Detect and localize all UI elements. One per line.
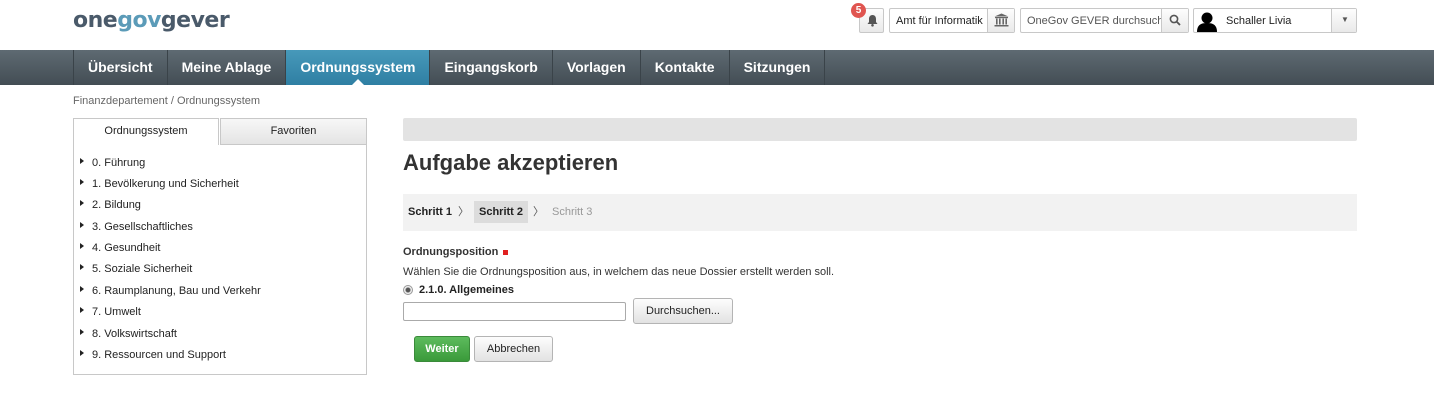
expand-arrow-icon[interactable] (80, 243, 84, 249)
expand-arrow-icon[interactable] (80, 179, 84, 185)
browse-button[interactable]: Durchsuchen... (633, 298, 733, 324)
submit-button[interactable]: Weiter (414, 336, 470, 362)
expand-arrow-icon[interactable] (80, 350, 84, 356)
nav-item-vorlagen[interactable]: Vorlagen (553, 50, 641, 85)
onegovgever-logo[interactable]: onegovgever (73, 9, 230, 33)
expand-arrow-icon[interactable] (80, 158, 84, 164)
position-search-input[interactable] (403, 302, 626, 321)
field-help-text: Wählen Sie die Ordnungsposition aus, in … (403, 266, 835, 278)
user-menu[interactable]: Schaller Livia ▼ (1193, 8, 1357, 33)
nav-item-eingangskorb[interactable]: Eingangskorb (430, 50, 553, 85)
building-icon (994, 13, 1009, 27)
wizard-step-2-current: Schritt 2 (474, 201, 529, 223)
org-unit-selector[interactable]: Amt für Informatik (889, 8, 1015, 33)
chevron-down-icon: ▼ (1341, 15, 1349, 24)
main-navigation: Übersicht Meine Ablage Ordnungssystem Ei… (0, 50, 1434, 85)
selected-position-label: 2.1.0. Allgemeines (419, 284, 514, 296)
cancel-button[interactable]: Abbrechen (474, 336, 553, 362)
sidebar-tabs: Ordnungssystem Favoriten (73, 118, 367, 145)
page-title: Aufgabe akzeptieren (403, 150, 619, 175)
user-name: Schaller Livia (1226, 15, 1292, 27)
search-box (1020, 8, 1189, 33)
nav-item-meine-ablage[interactable]: Meine Ablage (168, 50, 287, 85)
content-toolbar (403, 118, 1357, 141)
expand-arrow-icon[interactable] (80, 200, 84, 206)
org-unit-label: Amt für Informatik (896, 15, 983, 27)
expand-arrow-icon[interactable] (80, 329, 84, 335)
repository-tree: 0. Führung 1. Bevölkerung und Sicherheit… (73, 145, 367, 375)
user-menu-toggle[interactable]: ▼ (1331, 9, 1356, 32)
selected-position-radio[interactable] (403, 285, 413, 295)
expand-arrow-icon[interactable] (80, 286, 84, 292)
nav-item-uebersicht[interactable]: Übersicht (74, 50, 168, 85)
field-label: Ordnungsposition (403, 246, 509, 258)
notifications-count-badge: 5 (851, 3, 866, 18)
tab-ordnungssystem[interactable]: Ordnungssystem (73, 118, 219, 145)
nav-item-kontakte[interactable]: Kontakte (641, 50, 730, 85)
wizard-step-3: Schritt 3 (552, 206, 593, 218)
bell-icon (867, 15, 878, 27)
nav-item-sitzungen[interactable]: Sitzungen (730, 50, 826, 85)
tab-favoriten[interactable]: Favoriten (220, 118, 367, 145)
expand-arrow-icon[interactable] (80, 264, 84, 270)
search-button[interactable] (1161, 9, 1188, 32)
expand-arrow-icon[interactable] (80, 307, 84, 313)
search-input[interactable] (1021, 9, 1161, 32)
step-separator-icon: 〉 (458, 206, 469, 218)
step-separator-icon: 〉 (533, 206, 544, 218)
breadcrumb: Finanzdepartement / Ordnungssystem (73, 95, 261, 107)
org-unit-button[interactable] (987, 9, 1014, 32)
nav-item-ordnungssystem[interactable]: Ordnungssystem (286, 50, 431, 85)
user-avatar-icon (1197, 12, 1217, 32)
expand-arrow-icon[interactable] (80, 222, 84, 228)
wizard-steps: Schritt 1 〉 Schritt 2 〉 Schritt 3 (403, 194, 1357, 231)
required-marker-icon (503, 249, 509, 255)
search-icon (1169, 14, 1181, 26)
header: onegovgever 5 Amt für Informatik OneGov … (0, 0, 1434, 50)
wizard-step-1: Schritt 1 (408, 206, 453, 218)
